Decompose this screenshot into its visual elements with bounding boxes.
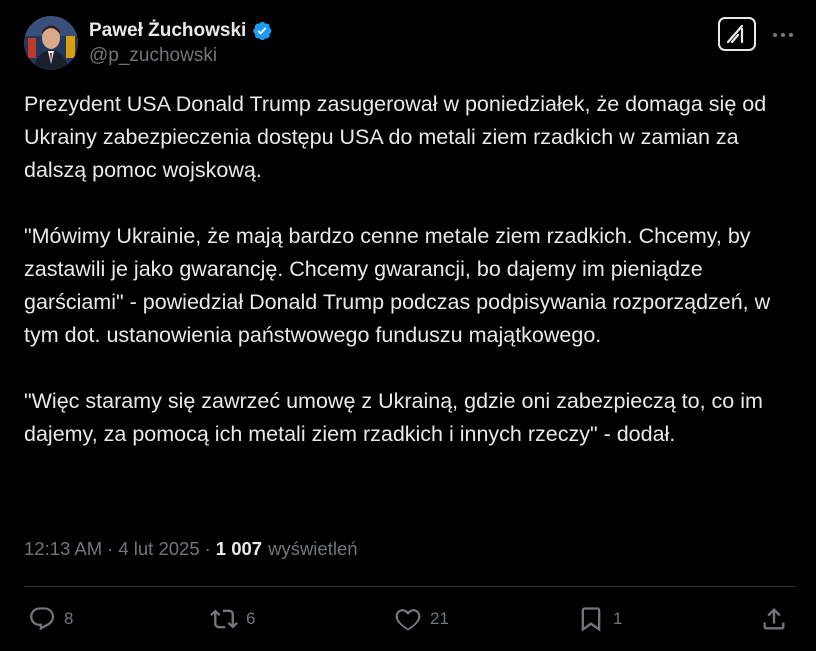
tweet-time[interactable]: 12:13 AM <box>24 538 102 560</box>
reply-button[interactable]: 8 <box>28 600 73 638</box>
views-label: wyświetleń <box>268 538 358 559</box>
meta-separator: · <box>204 538 211 559</box>
author-display-name[interactable]: Paweł Żuchowski <box>89 20 246 42</box>
avatar-image <box>24 16 78 70</box>
action-bar: 8 6 21 1 <box>24 600 796 638</box>
meta-separator: · <box>107 538 114 559</box>
share-button[interactable] <box>760 600 788 638</box>
tweet-text: Prezydent USA Donald Trump zasugerował w… <box>24 88 800 451</box>
name-row: Paweł Żuchowski <box>89 18 273 44</box>
tweet-header: Paweł Żuchowski @p_zuchowski <box>24 16 800 72</box>
bookmark-button[interactable]: 1 <box>577 600 622 638</box>
bookmark-icon <box>581 607 601 632</box>
repost-icon <box>210 609 238 629</box>
repost-button[interactable]: 6 <box>210 600 255 638</box>
views-count: 1 007 <box>215 538 263 559</box>
verified-badge-icon[interactable] <box>251 20 273 42</box>
author-info: Paweł Żuchowski @p_zuchowski <box>89 18 273 67</box>
avatar[interactable] <box>24 16 78 70</box>
divider <box>24 586 796 587</box>
more-button[interactable] <box>770 22 796 48</box>
reply-count: 8 <box>64 609 74 628</box>
tweet-date[interactable]: 4 lut 2025 <box>118 538 199 560</box>
like-count: 21 <box>430 609 449 628</box>
tweet-meta: 12:13 AM · 4 lut 2025 · 1 007 wyświetleń <box>24 538 358 560</box>
share-icon <box>763 608 785 630</box>
author-handle[interactable]: @p_zuchowski <box>89 45 273 67</box>
grok-button[interactable] <box>718 17 756 51</box>
reply-icon <box>30 607 55 631</box>
more-icon <box>773 33 793 37</box>
like-button[interactable]: 21 <box>394 600 449 638</box>
tweet-paragraph: "Mówimy Ukrainie, że mają bardzo cenne m… <box>24 224 771 347</box>
tweet: Paweł Żuchowski @p_zuchowski Prezydent U… <box>0 0 816 651</box>
grok-icon <box>726 24 744 44</box>
tweet-paragraph: "Więc staramy się zawrzeć umowę z Ukrain… <box>24 389 763 446</box>
repost-count: 6 <box>246 609 256 628</box>
tweet-paragraph: Prezydent USA Donald Trump zasugerował w… <box>24 92 767 182</box>
heart-icon <box>395 609 421 631</box>
bookmark-count: 1 <box>613 609 623 628</box>
